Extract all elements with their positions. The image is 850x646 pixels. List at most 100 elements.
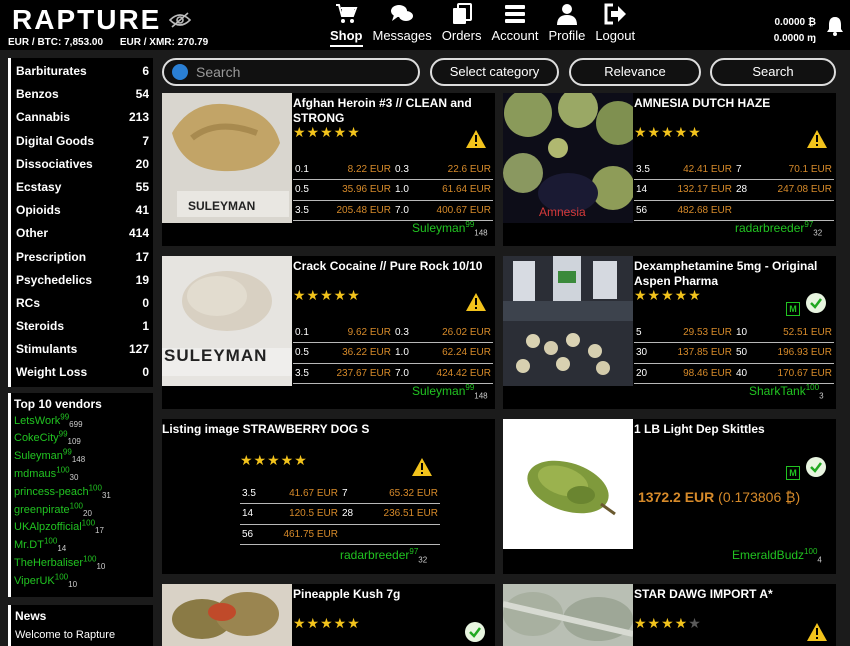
listing-image[interactable] (503, 584, 633, 646)
nav-messages[interactable]: Messages (373, 0, 432, 47)
top-vendor-item[interactable]: Suleyman99148 (14, 448, 149, 466)
top-vendor-item[interactable]: TheHerbaliser10010 (14, 555, 149, 573)
price[interactable]: 482.68 EUR (662, 200, 734, 221)
nav-logout[interactable]: Logout (595, 0, 635, 47)
price[interactable]: 22.6 EUR (421, 159, 493, 180)
listing-vendor-link[interactable]: Suleyman99148 (412, 221, 488, 237)
price[interactable]: 170.67 EUR (762, 363, 834, 384)
listing-card[interactable]: Amnesia AMNESIA DUTCH HAZE ★★★★★ 3.5 42.4… (503, 93, 836, 246)
price-row: 56 482.68 EUR (634, 200, 834, 221)
nav-profile[interactable]: Profile (548, 0, 585, 47)
price[interactable]: 8.22 EUR (321, 159, 393, 180)
price[interactable]: 236.51 EUR (368, 503, 440, 525)
price[interactable]: 42.41 EUR (662, 159, 734, 180)
price[interactable]: 237.67 EUR (321, 363, 393, 384)
price[interactable]: 70.1 EUR (762, 159, 834, 180)
listing-price[interactable]: 1372.2 EUR (0.173806 ₿) (638, 489, 800, 505)
listing-title[interactable]: Dexamphetamine 5mg - Original Aspen Phar… (634, 259, 834, 289)
price[interactable]: 29.53 EUR (662, 322, 734, 343)
price[interactable]: 461.75 EUR (268, 524, 340, 545)
category-item-psychedelics[interactable]: Psychedelics 19 (11, 269, 153, 292)
category-item-weight-loss[interactable]: Weight Loss 0 (11, 361, 153, 384)
listing-image[interactable] (503, 256, 633, 386)
category-item-steroids[interactable]: Steroids 1 (11, 315, 153, 338)
category-item-stimulants[interactable]: Stimulants 127 (11, 338, 153, 361)
listing-image[interactable] (503, 419, 633, 549)
search-button[interactable]: Search (710, 58, 836, 86)
price[interactable]: 247.08 EUR (762, 179, 834, 201)
price[interactable]: 205.48 EUR (321, 200, 393, 221)
qty (339, 524, 369, 545)
listing-vendor-link[interactable]: Suleyman99148 (412, 384, 488, 400)
top-vendor-item[interactable]: mdmaus10030 (14, 466, 149, 484)
price[interactable]: 35.96 EUR (321, 179, 393, 201)
listing-title[interactable]: 1 LB Light Dep Skittles (634, 422, 834, 437)
vendor-name: princess-peach (14, 485, 89, 498)
listing-image[interactable] (503, 93, 633, 223)
listing-card[interactable]: STAR DAWG IMPORT A* ★★★★★ (503, 584, 836, 646)
listing-card[interactable]: Pineapple Kush 7g ★★★★★ (162, 584, 495, 646)
listing-vendor-link[interactable]: radarbreeder9732 (340, 548, 427, 564)
listing-vendor-link[interactable]: SharkTank1003 (749, 384, 824, 400)
listing-card[interactable]: Dexamphetamine 5mg - Original Aspen Phar… (503, 256, 836, 409)
price[interactable]: 65.32 EUR (368, 483, 440, 504)
listing-card[interactable]: Listing image STRAWBERRY DOG S ★★★★★ 3.5… (162, 419, 495, 574)
price[interactable]: 98.46 EUR (662, 363, 734, 384)
category-item-ecstasy[interactable]: Ecstasy 55 (11, 176, 153, 199)
listing-image[interactable] (162, 256, 292, 386)
listing-title[interactable]: Listing image STRAWBERRY DOG S (162, 422, 422, 437)
top-vendor-item[interactable]: LetsWork99699 (14, 412, 149, 431)
price[interactable]: 36.22 EUR (321, 342, 393, 364)
category-select[interactable]: Select category (430, 58, 559, 86)
search-input[interactable]: Search (162, 58, 420, 86)
vendor-score: 100 (88, 483, 102, 493)
category-item-rcs[interactable]: RCs 0 (11, 292, 153, 315)
category-item-opioids[interactable]: Opioids 41 (11, 199, 153, 222)
top-vendor-item[interactable]: ViperUK10010 (14, 573, 149, 591)
price[interactable]: 120.5 EUR (268, 503, 340, 525)
top-vendor-item[interactable]: greenpirate10020 (14, 501, 149, 520)
price[interactable] (762, 200, 834, 221)
listing-vendor-link[interactable]: EmeraldBudz1004 (732, 548, 822, 564)
price[interactable]: 132.17 EUR (662, 179, 734, 201)
category-item-cannabis[interactable]: Cannabis 213 (11, 106, 153, 129)
listing-title[interactable]: Afghan Heroin #3 // CLEAN and STRONG (293, 96, 493, 126)
price[interactable]: 52.51 EUR (762, 322, 834, 343)
price[interactable]: 137.85 EUR (662, 342, 734, 364)
listing-image[interactable] (162, 584, 292, 646)
price[interactable]: 196.93 EUR (762, 342, 834, 364)
nav-orders[interactable]: Orders (442, 0, 481, 47)
top-vendor-item[interactable]: UKAlpzofficial10017 (14, 519, 149, 537)
sort-select[interactable]: Relevance (569, 58, 701, 86)
listing-title[interactable]: STAR DAWG IMPORT A* (634, 587, 834, 602)
category-item-digital-goods[interactable]: Digital Goods 7 (11, 130, 153, 153)
price[interactable]: 61.64 EUR (421, 179, 493, 201)
listing-title[interactable]: Pineapple Kush 7g (293, 587, 493, 602)
site-logo[interactable]: RAPTURE (12, 4, 161, 36)
category-item-dissociatives[interactable]: Dissociatives 20 (11, 153, 153, 176)
price[interactable]: 62.24 EUR (421, 342, 493, 364)
price[interactable]: 9.62 EUR (321, 322, 393, 343)
nav-shop[interactable]: Shop (330, 0, 363, 47)
nav-account[interactable]: Account (491, 0, 538, 47)
listing-card[interactable]: SULEYMAN Crack Cocaine // Pure Rock 10/1… (162, 256, 495, 409)
listing-title[interactable]: AMNESIA DUTCH HAZE (634, 96, 834, 111)
listing-vendor-link[interactable]: radarbreeder9732 (735, 221, 822, 237)
category-item-benzos[interactable]: Benzos 54 (11, 83, 153, 106)
top-vendor-item[interactable]: CokeCity99109 (14, 430, 149, 448)
listing-card[interactable]: SULEYMAN Afghan Heroin #3 // CLEAN and S… (162, 93, 495, 246)
listing-card[interactable]: 1 LB Light Dep Skittles M 1372.2 EUR (0.… (503, 419, 836, 574)
eye-off-icon[interactable] (169, 12, 192, 28)
category-item-other[interactable]: Other 414 (11, 222, 153, 245)
category-item-barbiturates[interactable]: Barbiturates 6 (11, 60, 153, 83)
top-vendor-item[interactable]: princess-peach10031 (14, 484, 149, 502)
listing-title[interactable]: Crack Cocaine // Pure Rock 10/10 (293, 259, 493, 274)
price[interactable]: 400.67 EUR (421, 200, 493, 221)
price[interactable]: 26.02 EUR (421, 322, 493, 343)
price[interactable] (368, 524, 440, 545)
price[interactable]: 41.67 EUR (268, 483, 340, 504)
price[interactable]: 424.42 EUR (421, 363, 493, 384)
bell-icon[interactable] (826, 16, 844, 36)
category-item-prescription[interactable]: Prescription 17 (11, 246, 153, 269)
top-vendor-item[interactable]: Mr.DT10014 (14, 537, 149, 555)
